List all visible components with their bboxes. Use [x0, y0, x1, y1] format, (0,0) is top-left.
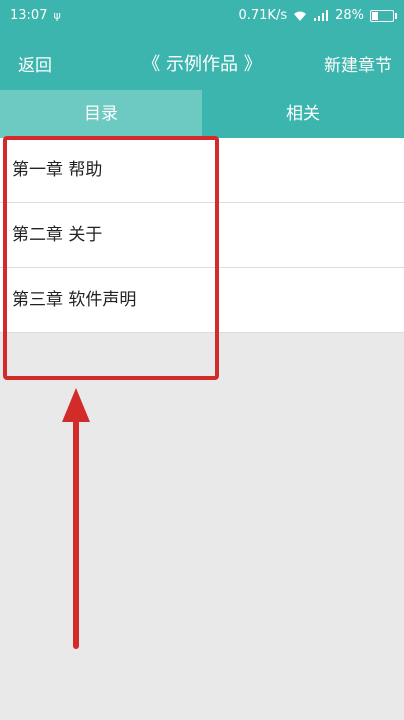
network-speed: 0.71K/s: [238, 8, 288, 23]
battery-percent: 28%: [335, 8, 364, 23]
tab-related[interactable]: 相关: [202, 90, 404, 138]
signal-icon: [314, 9, 329, 21]
wifi-icon: [294, 11, 307, 21]
app-bar: 返回 《 示例作品 》 新建章节: [0, 32, 404, 90]
chapter-item-help[interactable]: 第一章 帮助: [0, 138, 404, 203]
status-time: 13:07: [10, 8, 48, 23]
status-right: 0.71K/s 28%: [238, 8, 397, 23]
annotation-arrow-icon: [62, 388, 90, 649]
chapter-list: 第一章 帮助 第二章 关于 第三章 软件声明: [0, 138, 404, 333]
new-chapter-button[interactable]: 新建章节: [324, 51, 392, 76]
usb-icon: ψ: [53, 9, 61, 22]
status-left: 13:07 ψ: [10, 8, 61, 23]
battery-fill: [372, 11, 378, 20]
status-bar: 13:07 ψ 0.71K/s 28%: [0, 0, 404, 32]
chapter-item-disclaimer[interactable]: 第三章 软件声明: [0, 268, 404, 333]
tab-catalog[interactable]: 目录: [0, 90, 202, 138]
tab-bar: 目录 相关: [0, 90, 404, 138]
chapter-item-about[interactable]: 第二章 关于: [0, 203, 404, 268]
battery-icon: [370, 9, 397, 22]
